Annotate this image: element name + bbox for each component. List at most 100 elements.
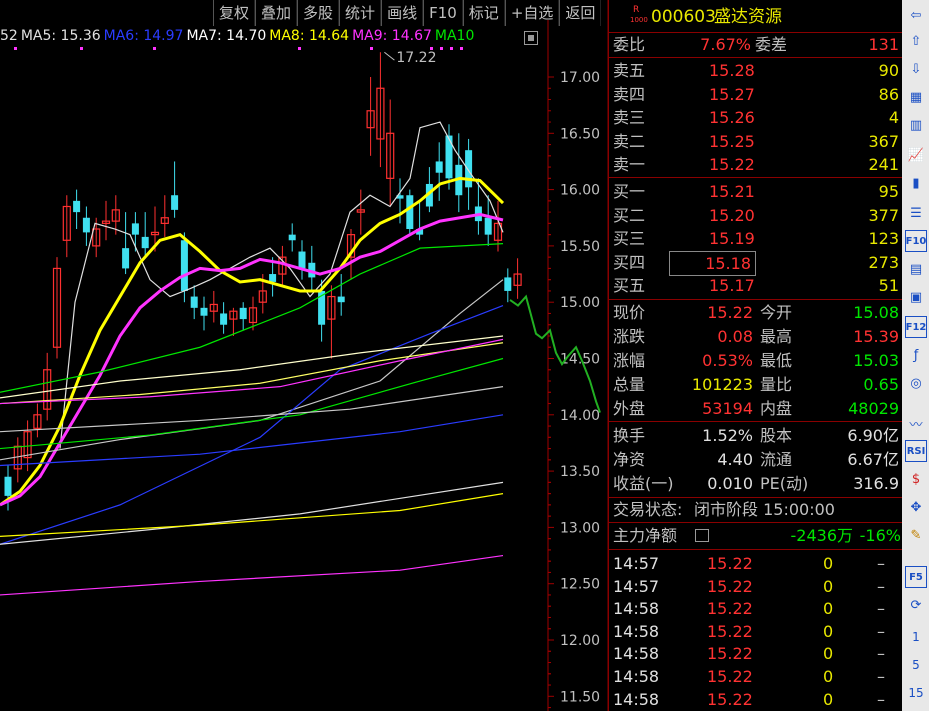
ma-legend-item: MA6: 14.97 <box>103 28 184 44</box>
candle-body <box>435 161 443 173</box>
f10-icon[interactable]: F10 <box>905 230 927 252</box>
candle-body <box>288 234 296 241</box>
move-icon[interactable]: ✥ <box>905 496 927 518</box>
bids-row[interactable]: 买二 15.20 377 <box>609 204 903 227</box>
bids-row[interactable]: 买四 15.18 273 <box>609 250 903 276</box>
candle-body <box>484 217 492 235</box>
arrow-up-icon[interactable]: ⇧ <box>905 30 927 52</box>
circle-icon[interactable]: ◎ <box>905 372 927 394</box>
fund-flow-row[interactable]: 主力净额 -2436万 -16% <box>609 524 903 547</box>
f12-icon[interactable]: F12 <box>905 316 927 338</box>
self-select-icon[interactable]: ▣ <box>905 286 927 308</box>
candle-body <box>220 313 228 325</box>
order-volume: 51 <box>878 276 899 295</box>
pencil-icon[interactable]: ✎ <box>905 524 927 546</box>
period-n5[interactable]: 5 <box>905 654 927 676</box>
kline-chart[interactable]: 17.0016.5016.0015.5015.0014.5014.0013.50… <box>0 0 608 711</box>
bids-row[interactable]: 买三 15.19 123 <box>609 227 903 250</box>
order-price: 15.21 <box>709 182 755 201</box>
candle-body <box>4 476 12 496</box>
formula-icon[interactable]: ƒ <box>905 344 927 366</box>
order-price: 15.18 <box>669 250 756 276</box>
period-n1[interactable]: 1 <box>905 626 927 648</box>
tick-row: 14:58 15.22 0– <box>613 689 885 709</box>
order-volume: 273 <box>868 252 899 272</box>
stat-row: 现价 15.22 今开 15.08 <box>613 303 899 322</box>
rsi-icon[interactable]: RSI <box>905 440 927 462</box>
chart-icon[interactable]: ▦ <box>905 86 927 108</box>
order-volume: 4 <box>888 108 899 127</box>
ma10-line <box>0 243 504 393</box>
ma-legend-item: MA7: 14.70 <box>186 28 267 44</box>
candle-body <box>82 217 90 233</box>
fundamental-row: 净资 4.40 流通 6.67亿 <box>613 450 899 469</box>
order-price: 15.17 <box>709 276 755 295</box>
ma8-line <box>0 342 504 405</box>
bids-row[interactable]: 买五 15.17 51 <box>609 274 903 297</box>
order-volume: 90 <box>878 61 899 80</box>
asks-row[interactable]: 卖二 15.25 367 <box>609 130 903 153</box>
quote-panel: R 1000 000603 盛达资源 委比 7.67% 委差 131 卖五 15.… <box>608 0 903 711</box>
ma9-line <box>0 338 504 405</box>
candle-body <box>465 150 473 188</box>
price-tick-label: 13.50 <box>560 464 600 480</box>
ma-blue2-line <box>0 414 504 467</box>
price-tick-label: 15.00 <box>560 295 600 311</box>
ma-gray-line <box>0 279 504 461</box>
home-icon[interactable]: ⇦ <box>905 4 927 26</box>
candle-body <box>200 307 208 316</box>
candle-body <box>131 223 139 235</box>
period-n15[interactable]: 15 <box>905 682 927 704</box>
ma-legend-item: MA5: 15.36 <box>20 28 101 44</box>
price-tick-label: 12.00 <box>560 633 600 649</box>
bids-row[interactable]: 买一 15.21 95 <box>609 180 903 203</box>
ma-legend-item: 52 <box>0 28 18 44</box>
order-volume: 86 <box>878 84 899 104</box>
ma-yellow2-line <box>0 493 504 538</box>
candle-body <box>504 277 512 291</box>
stock-code: 000603 <box>651 7 716 27</box>
dollar-icon[interactable]: $ <box>905 468 927 490</box>
order-volume: 367 <box>868 131 899 151</box>
order-price: 15.19 <box>709 229 755 248</box>
asks-row[interactable]: 卖五 15.28 90 <box>609 59 903 82</box>
order-volume: 241 <box>868 155 899 174</box>
tick-row: 14:58 15.22 0– <box>613 667 885 686</box>
weibi-row: 委比 7.67% 委差 131 <box>613 35 899 54</box>
candle-body <box>141 236 149 249</box>
asks-row[interactable]: 卖四 15.27 86 <box>609 83 903 106</box>
stock-header: R 1000 000603 盛达资源 <box>609 3 903 31</box>
order-price: 15.25 <box>709 131 755 151</box>
price-tick-label: 11.50 <box>560 689 600 705</box>
fund-flow-menu-icon[interactable] <box>695 529 709 542</box>
order-price: 15.20 <box>709 205 755 225</box>
order-price: 15.26 <box>709 108 755 127</box>
line-chart-icon[interactable]: 📈 <box>905 144 927 166</box>
ma-magenta2-line <box>0 554 504 596</box>
legend-toggle-icon[interactable] <box>524 31 538 45</box>
candle-body <box>406 195 414 230</box>
f5-icon[interactable]: F5 <box>905 566 927 588</box>
refresh-icon[interactable]: ⟳ <box>905 594 927 616</box>
trend-icon[interactable]: 〰 <box>905 412 927 434</box>
candle-body <box>445 135 453 179</box>
candle-icon[interactable]: ▮ <box>905 172 927 194</box>
asks-row[interactable]: 卖一 15.22 241 <box>609 153 903 176</box>
stock-badge-bottom: 1000 <box>630 16 648 24</box>
order-price: 15.27 <box>709 84 755 104</box>
list-icon[interactable]: ☰ <box>905 202 927 224</box>
order-volume: 123 <box>868 229 899 248</box>
candle-body <box>337 296 345 303</box>
grid-icon[interactable]: ▥ <box>905 114 927 136</box>
news-icon[interactable]: ▤ <box>905 258 927 280</box>
asks-row[interactable]: 卖三 15.26 4 <box>609 106 903 129</box>
ma-legend-item: MA10 <box>434 28 475 44</box>
stat-row: 涨幅 0.53% 最低 15.03 <box>613 351 899 370</box>
ma-green2-line <box>0 357 504 450</box>
high-annotation: 17.22 <box>396 50 436 66</box>
stat-row: 总量 101223 量比 0.65 <box>613 375 899 394</box>
price-tick-label: 14.00 <box>560 408 600 424</box>
side-toolbar: ⇦ ⇧ ⇩ ▦ ▥ 📈 ▮ ☰ F10 ▤ ▣ F12 ƒ ◎ 〰 RSI $ ✥ ✎ F5 ⟳ 1 5 15 <box>902 0 929 711</box>
arrow-down-icon[interactable]: ⇩ <box>905 58 927 80</box>
tick-row: 14:58 15.22 0– <box>613 621 885 641</box>
